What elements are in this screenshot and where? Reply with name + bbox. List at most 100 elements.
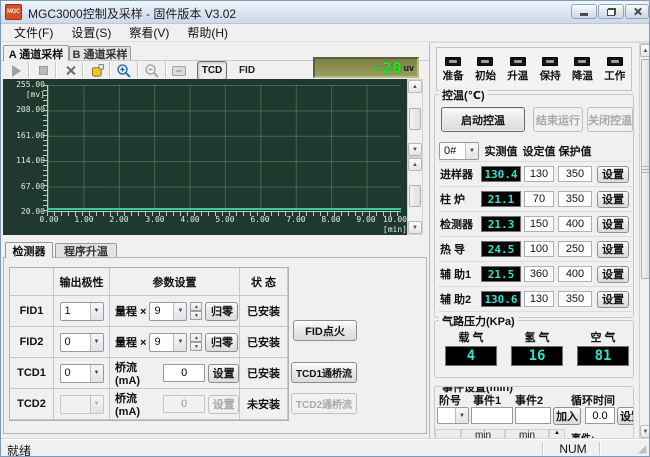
fid-ignite-button[interactable]: FID点火 bbox=[293, 320, 357, 341]
polarity-select-fid1[interactable]: 1▼ bbox=[60, 302, 104, 321]
temperature-group: 控温(℃) 启动控温 结束运行 关闭控温 0#▼ 实测值 设定值 保护值 进样器… bbox=[434, 94, 634, 318]
tab-temperature-program[interactable]: 程序升温 bbox=[55, 243, 117, 257]
partial-spinner[interactable]: ▲ bbox=[549, 429, 565, 438]
scroll-down-button[interactable]: ▼ bbox=[408, 221, 422, 234]
clear-button[interactable] bbox=[61, 62, 79, 79]
menu-help[interactable]: 帮助(H) bbox=[180, 23, 235, 42]
scroll-down-button[interactable]: ▼ bbox=[640, 425, 650, 438]
zoom-out-button[interactable] bbox=[143, 62, 161, 79]
y-tick: 208.00 bbox=[5, 105, 45, 115]
zero-button-fid1[interactable]: 归零 bbox=[205, 302, 238, 321]
chart-scrollbar-lower[interactable]: ▲ ▼ bbox=[407, 157, 423, 235]
range-spinner-fid2[interactable]: ▲▼ bbox=[190, 333, 202, 351]
tab-channel-b[interactable]: B 通道采样 bbox=[69, 46, 131, 60]
set-temp-button[interactable]: 设置 bbox=[597, 191, 629, 208]
stop-acquisition-button[interactable] bbox=[34, 62, 52, 79]
menu-file[interactable]: 文件(F) bbox=[7, 23, 60, 42]
set-temp-button[interactable]: 设置 bbox=[597, 166, 629, 183]
fid-toggle-button[interactable]: FID bbox=[234, 61, 260, 80]
setpoint-field[interactable]: 70 bbox=[524, 191, 554, 207]
protect-field[interactable]: 400 bbox=[558, 216, 592, 232]
header-polarity: 输出极性 bbox=[54, 268, 110, 296]
measured-display: 130.4 bbox=[481, 166, 521, 182]
close-temp-control-button[interactable]: 关闭控温 bbox=[587, 107, 633, 132]
zone-select[interactable]: 0#▼ bbox=[439, 142, 479, 160]
set-temp-button[interactable]: 设置 bbox=[597, 216, 629, 233]
x-tick: 7.00 bbox=[278, 215, 314, 225]
start-temp-control-button[interactable]: 启动控温 bbox=[441, 107, 525, 132]
range-select-fid1[interactable]: 9▼ bbox=[149, 302, 187, 321]
protect-field[interactable]: 350 bbox=[558, 291, 592, 307]
minimize-button[interactable] bbox=[571, 4, 597, 19]
set-button-tcd1[interactable]: 设置 bbox=[208, 364, 239, 383]
led-ready: 准备 bbox=[443, 57, 464, 83]
play-icon bbox=[12, 65, 21, 77]
x-tick: 8.00 bbox=[313, 215, 349, 225]
resize-grip[interactable]: ◢ bbox=[638, 442, 646, 455]
set-temp-button[interactable]: 设置 bbox=[597, 291, 629, 308]
set-cycle-button[interactable]: 设置 bbox=[617, 407, 634, 425]
range-spinner-fid1[interactable]: ▲▼ bbox=[190, 302, 202, 320]
setpoint-field[interactable]: 100 bbox=[524, 241, 554, 257]
end-run-button[interactable]: 结束运行 bbox=[533, 107, 583, 132]
header-params: 参数设置 bbox=[110, 268, 240, 296]
tcd2-bridge-button[interactable]: TCD2通桥流 bbox=[291, 393, 357, 414]
restore-button[interactable] bbox=[598, 4, 624, 19]
bridge-current-input-tcd2[interactable] bbox=[163, 395, 205, 413]
menu-view[interactable]: 察看(V) bbox=[122, 23, 176, 42]
scroll-up-button[interactable]: ▲ bbox=[408, 158, 422, 171]
cycle-time-input[interactable] bbox=[585, 407, 615, 424]
tab-detector[interactable]: 检测器 bbox=[5, 242, 53, 258]
start-acquisition-button[interactable] bbox=[7, 62, 25, 79]
y-tick: 161.00 bbox=[5, 131, 45, 141]
bridge-current-input-tcd1[interactable] bbox=[163, 364, 205, 382]
range-select-fid2[interactable]: 9▼ bbox=[149, 333, 187, 352]
set-temp-button[interactable]: 设置 bbox=[597, 266, 629, 283]
scrollbar-thumb[interactable] bbox=[409, 185, 421, 207]
chevron-down-icon: ▼ bbox=[173, 334, 186, 351]
header-blank bbox=[594, 141, 632, 162]
x-tick: 1.00 bbox=[66, 215, 102, 225]
row-label-tcd2: TCD2 bbox=[10, 389, 54, 420]
close-icon bbox=[633, 7, 642, 16]
setpoint-field[interactable]: 130 bbox=[524, 166, 554, 182]
calibration-button[interactable] bbox=[88, 62, 106, 79]
close-button[interactable] bbox=[625, 4, 649, 19]
event2-input[interactable] bbox=[515, 407, 551, 424]
chart-scrollbar-upper[interactable]: ▲ ▼ bbox=[407, 79, 423, 157]
event1-input[interactable] bbox=[471, 407, 513, 424]
measured-display: 21.1 bbox=[481, 191, 521, 207]
zero-button-fid2[interactable]: 归零 bbox=[205, 333, 238, 352]
protect-field[interactable]: 350 bbox=[558, 166, 592, 182]
scrollbar-thumb[interactable] bbox=[641, 59, 650, 279]
chevron-down-icon: ▼ bbox=[90, 334, 103, 351]
menu-settings[interactable]: 设置(S) bbox=[64, 23, 118, 42]
zoom-in-button[interactable] bbox=[115, 62, 133, 79]
add-event-button[interactable]: 加入 bbox=[553, 407, 581, 425]
set-button-tcd2[interactable]: 设置 bbox=[208, 395, 239, 414]
polarity-select-tcd2[interactable]: ▼ bbox=[60, 395, 104, 414]
set-temp-button[interactable]: 设置 bbox=[597, 241, 629, 258]
polarity-select-fid2[interactable]: 0▼ bbox=[60, 333, 104, 352]
tab-channel-a[interactable]: A 通道采样 bbox=[3, 45, 69, 61]
setpoint-field[interactable]: 150 bbox=[524, 216, 554, 232]
polarity-select-tcd1[interactable]: 0▼ bbox=[60, 364, 104, 383]
led-indicator bbox=[477, 57, 493, 66]
title-bar: MGC MGC3000控制及采样 - 固件版本 V3.02 bbox=[1, 1, 649, 24]
scrollbar-thumb[interactable] bbox=[409, 108, 421, 130]
panel-scrollbar[interactable]: ▲ ▼ bbox=[639, 43, 650, 438]
tcd-toggle-button[interactable]: TCD bbox=[197, 61, 227, 80]
scroll-up-button[interactable]: ▲ bbox=[408, 80, 422, 93]
protect-field[interactable]: 250 bbox=[558, 241, 592, 257]
protect-field[interactable]: 350 bbox=[558, 191, 592, 207]
setpoint-field[interactable]: 360 bbox=[524, 266, 554, 282]
step-select[interactable]: ▼ bbox=[437, 407, 469, 424]
protect-field[interactable]: 400 bbox=[558, 266, 592, 282]
fit-view-button[interactable] bbox=[170, 62, 188, 79]
tcd1-bridge-button[interactable]: TCD1通桥流 bbox=[291, 362, 357, 383]
scroll-up-button[interactable]: ▲ bbox=[640, 44, 650, 57]
measured-display: 21.5 bbox=[481, 266, 521, 282]
hydrogen-display: 16 bbox=[511, 346, 563, 366]
setpoint-field[interactable]: 130 bbox=[524, 291, 554, 307]
scroll-down-button[interactable]: ▼ bbox=[408, 143, 422, 156]
